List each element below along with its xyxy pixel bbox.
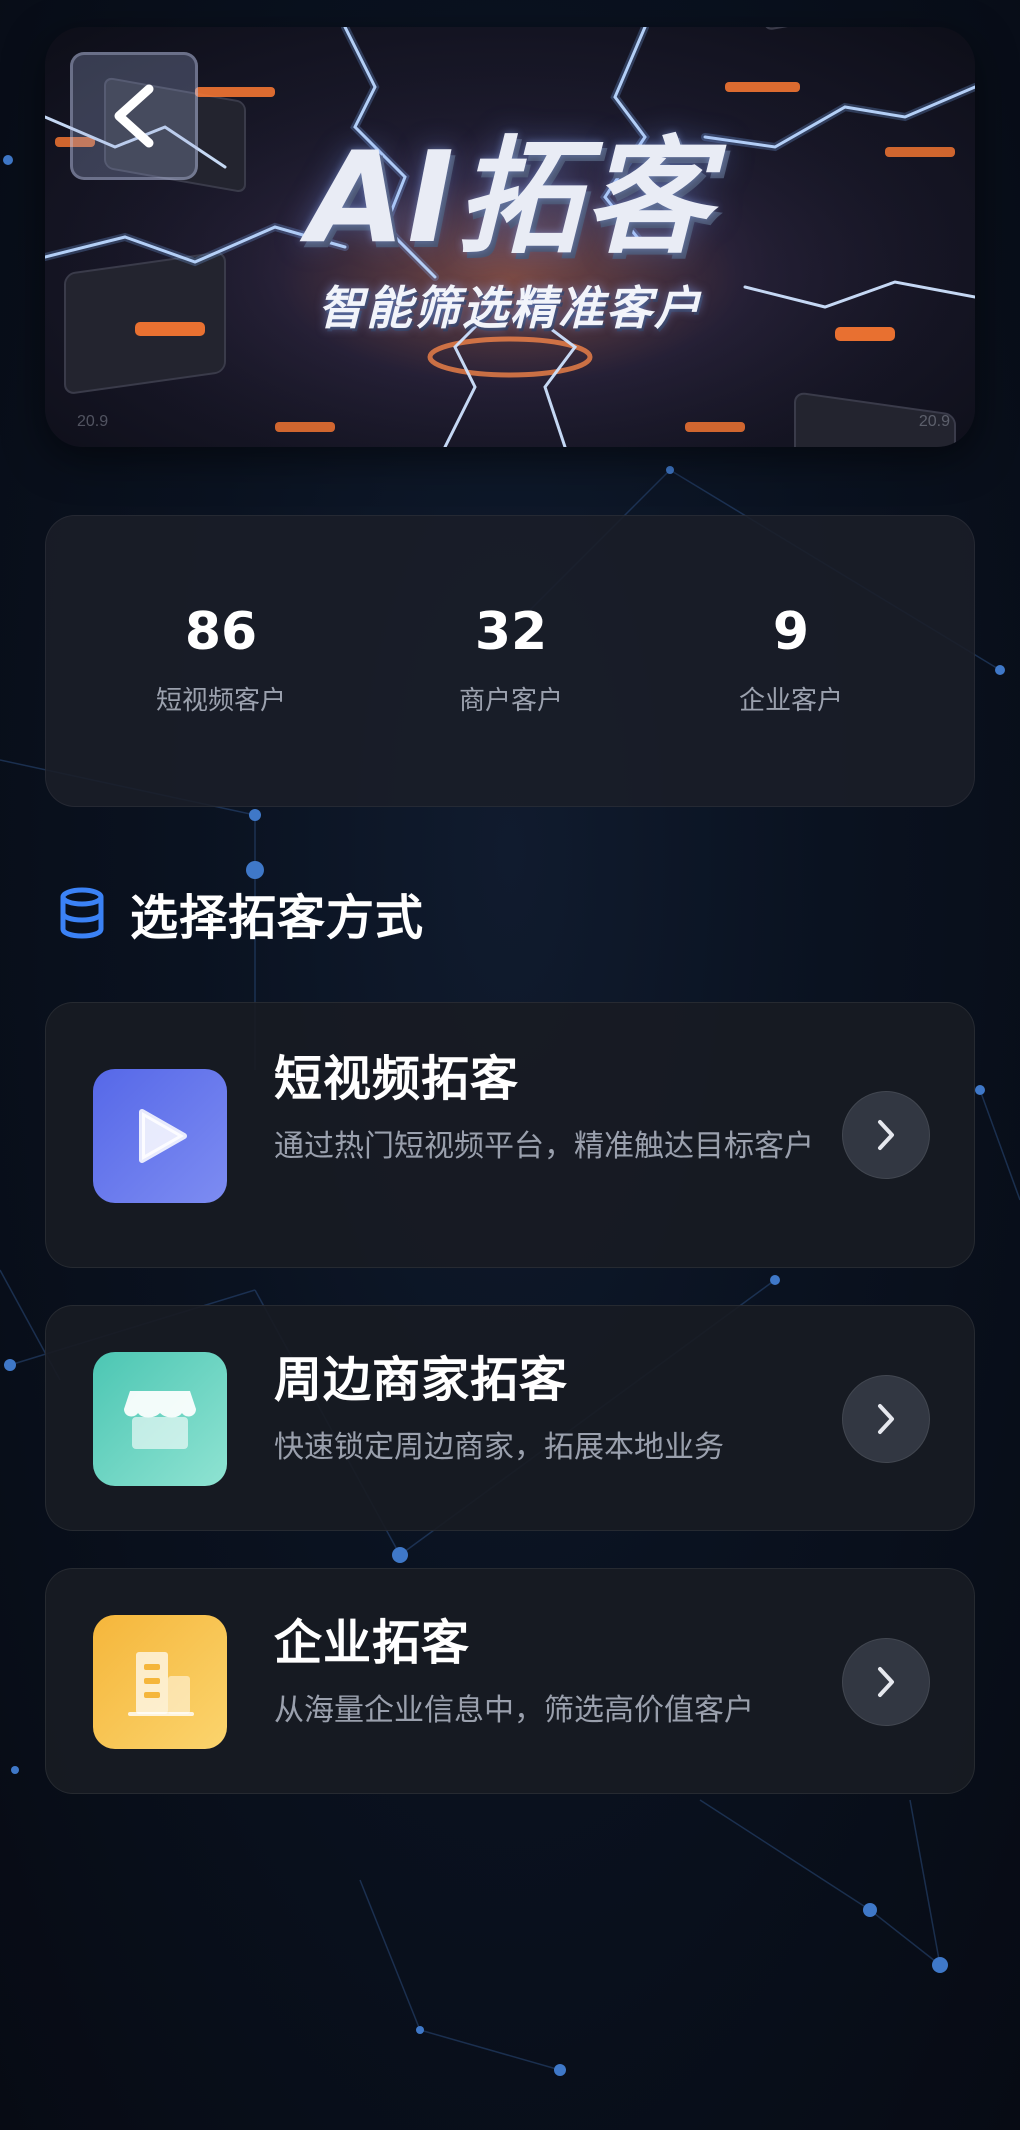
stat-value: 86: [184, 602, 258, 662]
stat-short-video[interactable]: 86 短视频客户: [81, 606, 361, 714]
hero-banner: AI拓客 智能筛选精准客户 20.9 20.9: [45, 27, 975, 447]
app-screen: AI拓客 智能筛选精准客户 20.9 20.9 86 短视频客户 32 商户客户…: [0, 0, 1020, 2130]
banner-corner-mark-right: 20.9: [918, 413, 950, 430]
method-title: 周边商家拓客: [274, 1352, 569, 1408]
building-icon: [93, 1615, 227, 1749]
stat-merchant[interactable]: 32 商户客户: [371, 606, 651, 714]
stat-label: 商户客户: [458, 686, 563, 716]
method-title: 企业拓客: [274, 1615, 471, 1671]
section-title: 选择拓客方式: [130, 890, 425, 946]
method-card-short-video[interactable]: 短视频拓客 通过热门短视频平台，精准触达目标客户: [45, 1002, 975, 1268]
stats-card: 86 短视频客户 32 商户客户 9 企业客户: [45, 515, 975, 807]
method-title: 短视频拓客: [274, 1051, 520, 1107]
chevron-right-icon: [878, 1667, 894, 1697]
method-arrow-button[interactable]: [842, 1375, 930, 1463]
stat-value: 9: [772, 602, 810, 662]
method-card-nearby-merchant[interactable]: 周边商家拓客 快速锁定周边商家，拓展本地业务: [45, 1305, 975, 1531]
stat-label: 短视频客户: [155, 686, 286, 716]
database-icon: [60, 887, 104, 939]
chevron-right-icon: [878, 1120, 894, 1150]
chevron-right-icon: [878, 1404, 894, 1434]
method-desc: 快速锁定周边商家，拓展本地业务: [274, 1430, 724, 1465]
section-header: 选择拓客方式: [58, 880, 424, 946]
method-card-enterprise[interactable]: 企业拓客 从海量企业信息中，筛选高价值客户: [45, 1568, 975, 1794]
banner-subtitle: 智能筛选精准客户: [318, 281, 702, 335]
stat-enterprise[interactable]: 9 企业客户: [651, 606, 931, 714]
stat-label: 企业客户: [738, 686, 843, 716]
play-icon: [93, 1069, 227, 1203]
method-arrow-button[interactable]: [842, 1091, 930, 1179]
banner-title: AI拓客: [307, 124, 713, 271]
stat-value: 32: [474, 602, 548, 662]
store-icon: [93, 1352, 227, 1486]
method-desc: 从海量企业信息中，筛选高价值客户: [274, 1693, 754, 1728]
method-arrow-button[interactable]: [842, 1638, 930, 1726]
method-desc: 通过热门短视频平台，精准触达目标客户: [274, 1129, 814, 1164]
banner-corner-mark-left: 20.9: [77, 413, 109, 430]
